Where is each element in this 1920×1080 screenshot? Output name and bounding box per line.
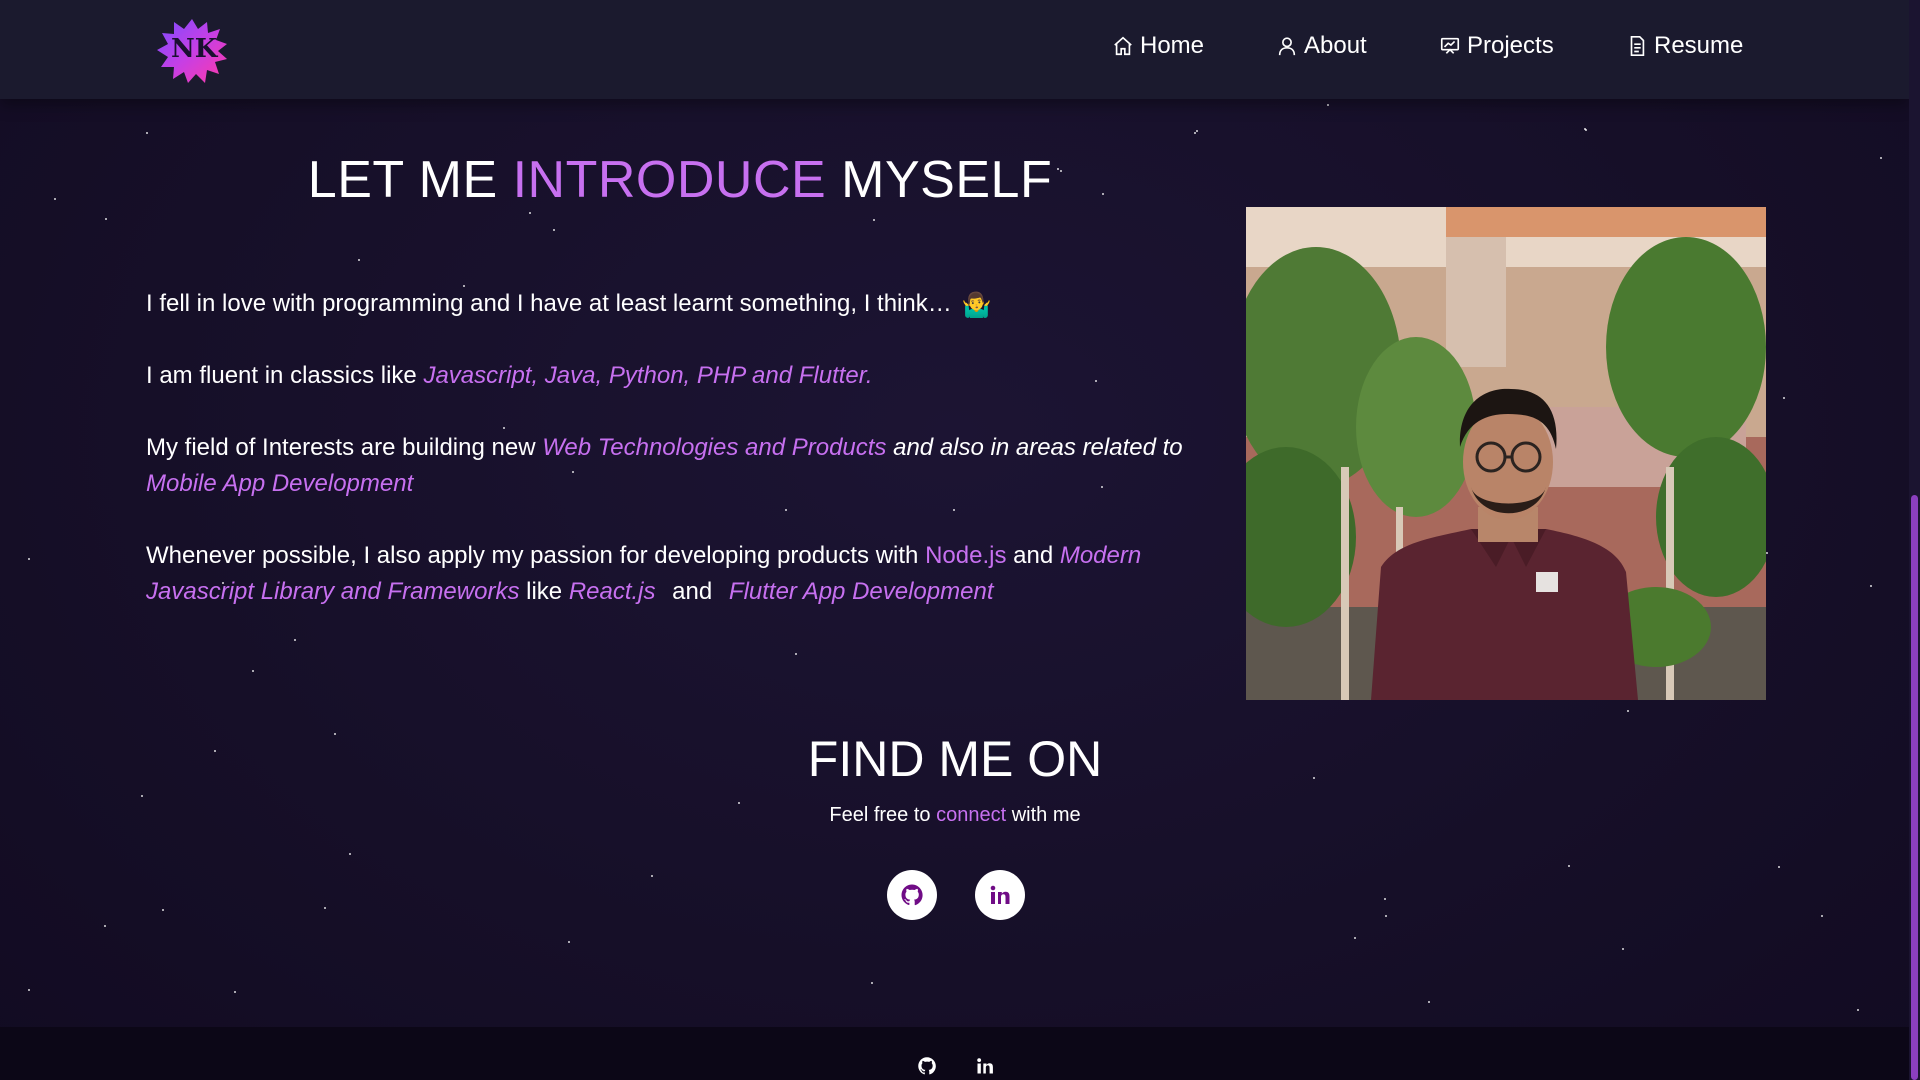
intro-text: and	[665, 578, 719, 605]
github-icon[interactable]	[917, 1056, 937, 1076]
subtitle-text: Feel free to	[829, 804, 937, 826]
nav-resume-label: Resume	[1654, 32, 1744, 59]
intro-text: My field of Interests are building new	[146, 434, 543, 461]
linkedin-link[interactable]	[975, 870, 1025, 920]
intro-text: Whenever possible, I also apply my passi…	[146, 542, 926, 569]
nav-about[interactable]: About	[1276, 28, 1367, 64]
page-title: LET ME INTRODUCE MYSELF	[200, 150, 1160, 210]
scrollbar[interactable]	[1909, 0, 1920, 1080]
subtitle-text: with me	[1006, 804, 1081, 826]
interest-highlight: Web Technologies and Products	[542, 434, 887, 461]
tech-highlight: Node.js	[925, 542, 1007, 569]
subtitle-accent: connect	[936, 804, 1007, 826]
tech-highlight: Flutter App Development	[728, 578, 994, 605]
find-me-title: FIND ME ON	[807, 731, 1103, 787]
document-icon	[1630, 36, 1645, 56]
intro-text: and also in areas related to	[886, 434, 1183, 461]
intro-paragraph-1: I fell in love with programming and I ha…	[146, 286, 1226, 324]
intro-paragraph-3: My field of Interests are building new W…	[146, 430, 1226, 502]
heading-part: MYSELF	[826, 151, 1053, 209]
github-link[interactable]	[887, 870, 937, 920]
presentation-icon	[1440, 37, 1460, 54]
intro-text: and	[1006, 542, 1060, 569]
user-icon	[1278, 37, 1296, 56]
navbar: NK Home About Projects Resume	[0, 0, 1909, 99]
nav-projects-label: Projects	[1467, 32, 1554, 59]
intro-paragraph-2: I am fluent in classics like Javascript,…	[146, 358, 1226, 394]
home-icon	[1114, 36, 1132, 56]
scrollbar-thumb[interactable]	[1911, 495, 1918, 1080]
page: NK Home About Projects Resume LET ME INT…	[0, 0, 1909, 1080]
heading-accent: INTRODUCE	[512, 151, 827, 209]
find-me-subtitle: Feel free to connect with me	[700, 804, 1210, 827]
intro-text: I fell in love with programming and I ha…	[146, 290, 952, 317]
nav-about-label: About	[1304, 32, 1367, 59]
intro-text: like	[519, 578, 569, 605]
tech-highlight: React.js	[568, 578, 656, 605]
logo-text: NK	[171, 34, 218, 64]
shrug-emoji: 🤷‍♂️	[961, 292, 992, 319]
languages-highlight: Javascript, Java, Python, PHP and Flutte…	[423, 362, 873, 389]
linkedin-icon[interactable]	[975, 1056, 995, 1076]
nav-projects[interactable]: Projects	[1439, 28, 1554, 64]
intro-paragraph-4: Whenever possible, I also apply my passi…	[146, 538, 1226, 610]
nav-resume[interactable]: Resume	[1626, 28, 1743, 64]
nav-home[interactable]: Home	[1112, 28, 1204, 64]
heading-part: LET ME	[307, 151, 513, 209]
logo[interactable]: NK	[155, 17, 229, 85]
nav-home-label: Home	[1140, 32, 1205, 59]
footer	[0, 1027, 1909, 1080]
intro-text: I am fluent in classics like	[146, 362, 424, 389]
github-icon	[901, 884, 923, 906]
linkedin-icon	[990, 885, 1010, 904]
profile-photo	[1246, 207, 1766, 700]
interest-highlight: Mobile App Development	[146, 470, 414, 497]
